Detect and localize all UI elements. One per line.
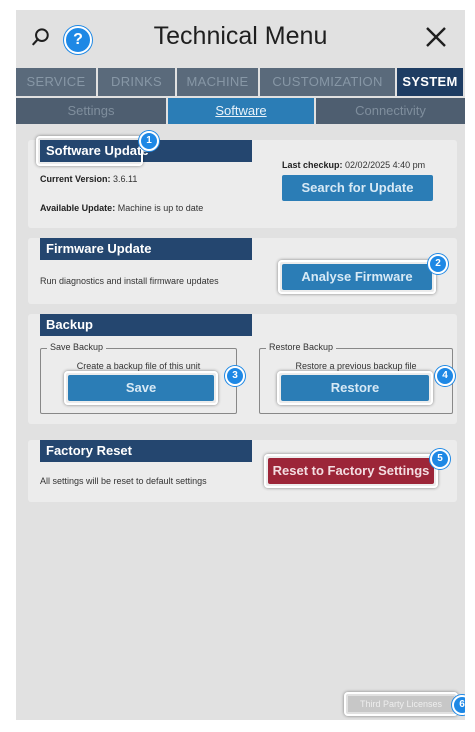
available-update-text: Available Update: Machine is up to date <box>40 203 204 213</box>
subtab-settings[interactable]: Settings <box>16 98 166 124</box>
factory-reset-description: All settings will be reset to default se… <box>40 476 207 486</box>
highlight-1 <box>36 136 143 166</box>
highlight-3 <box>64 371 218 405</box>
callout-badge-4: 4 <box>435 366 455 386</box>
software-update-panel: Software Update 1 Current Version: 3.6.1… <box>28 131 457 228</box>
backup-panel: Backup Save Backup Create a backup file … <box>28 314 457 424</box>
page-title: Technical Menu <box>153 22 328 50</box>
restore-backup-group: Restore Backup Restore a previous backup… <box>259 342 453 414</box>
save-backup-legend: Save Backup <box>47 342 107 352</box>
save-backup-group: Save Backup Create a backup file of this… <box>40 342 237 414</box>
callout-badge-3: 3 <box>225 366 245 386</box>
subtab-software[interactable]: Software <box>168 98 314 124</box>
restore-backup-text: Restore a previous backup file <box>295 361 417 371</box>
save-backup-text: Create a backup file of this unit <box>76 361 201 371</box>
highlight-4 <box>277 371 433 405</box>
factory-reset-title: Factory Reset <box>40 440 252 462</box>
highlight-2 <box>278 260 436 294</box>
tab-drinks[interactable]: DRINKS <box>98 68 175 96</box>
current-version-text: Current Version: 3.6.11 <box>40 174 138 184</box>
highlight-6 <box>344 692 458 716</box>
firmware-description: Run diagnostics and install firmware upd… <box>40 276 219 286</box>
firmware-update-title: Firmware Update <box>40 238 252 260</box>
tab-machine[interactable]: MACHINE <box>177 68 258 96</box>
highlight-5 <box>264 454 438 488</box>
firmware-update-panel: Firmware Update Run diagnostics and inst… <box>28 238 457 304</box>
last-checkup-text: Last checkup: 02/02/2025 4:40 pm <box>282 160 426 170</box>
factory-reset-panel: Factory Reset All settings will be reset… <box>28 440 457 502</box>
callout-badge-6: 6 <box>452 695 465 715</box>
callout-badge-1: 1 <box>139 131 159 151</box>
sub-tabs: Settings Software Connectivity <box>16 98 465 124</box>
close-icon[interactable] <box>425 26 447 48</box>
subtab-connectivity[interactable]: Connectivity <box>316 98 465 124</box>
tab-service[interactable]: SERVICE <box>16 68 96 96</box>
search-for-update-button[interactable]: Search for Update <box>282 175 433 201</box>
restore-backup-legend: Restore Backup <box>266 342 337 352</box>
tab-customization[interactable]: CUSTOMIZATION <box>260 68 395 96</box>
backup-title: Backup <box>40 314 252 336</box>
technical-menu-screen: ? Technical Menu SERVICE DRINKS MACHINE … <box>16 10 465 720</box>
callout-badge-5: 5 <box>430 449 450 469</box>
header: ? Technical Menu <box>16 10 465 64</box>
main-tabs: SERVICE DRINKS MACHINE CUSTOMIZATION SYS… <box>16 68 465 96</box>
tab-system[interactable]: SYSTEM <box>397 68 463 96</box>
callout-badge-2: 2 <box>428 254 448 274</box>
